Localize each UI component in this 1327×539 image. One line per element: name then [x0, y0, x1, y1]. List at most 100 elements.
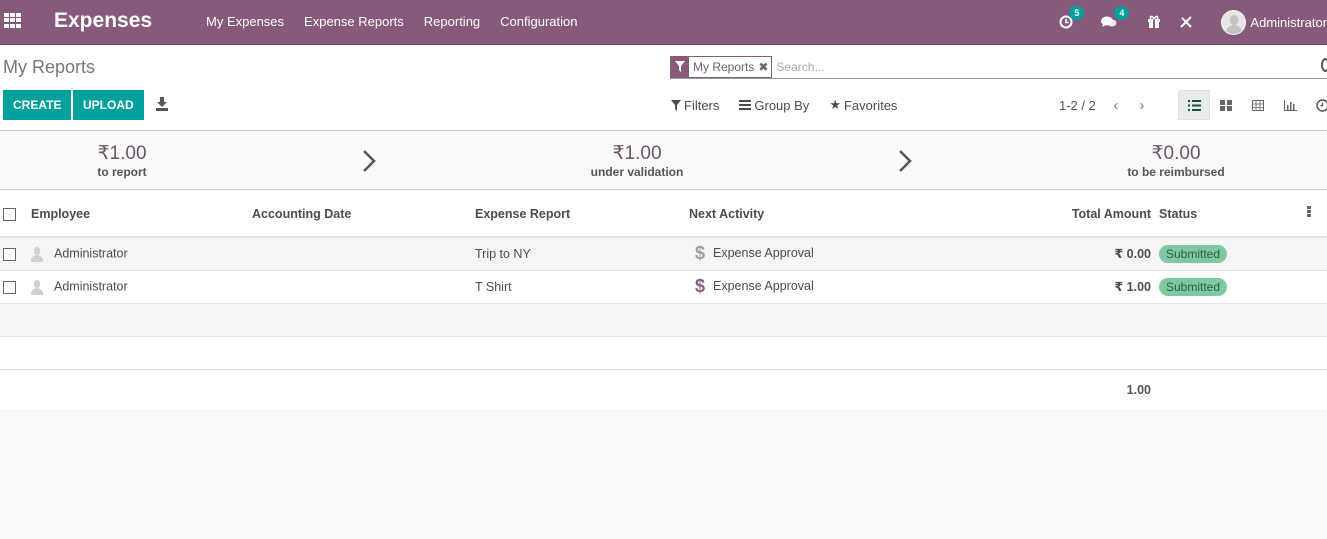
filter-icon [671, 99, 681, 111]
status-badge: Submitted [1159, 277, 1228, 296]
footer-total-amount: 1.00 [1126, 382, 1151, 397]
bar-chart-icon [1283, 99, 1297, 111]
row-checkbox[interactable] [3, 280, 16, 294]
kanban-icon [1220, 99, 1232, 111]
download-icon[interactable] [156, 97, 168, 111]
next-activity: Expense Approval [713, 278, 814, 293]
stat-label: under validation [590, 165, 684, 179]
expense-report-name: T Shirt [475, 270, 689, 304]
header-accounting-date[interactable]: Accounting Date [252, 191, 475, 238]
next-activity: Expense Approval [713, 246, 814, 261]
header-employee[interactable]: Employee [27, 191, 252, 238]
stat-label: to be reimbursed [1127, 165, 1225, 179]
list-view-button[interactable] [1178, 90, 1210, 120]
upload-button[interactable]: UPLOAD [73, 90, 144, 120]
menu-reporting[interactable]: Reporting [414, 0, 490, 44]
chevron-right-icon [363, 150, 376, 172]
group-by-label: Group By [754, 97, 810, 113]
app-menu-icon[interactable] [4, 13, 21, 28]
pivot-view-button[interactable] [1242, 90, 1274, 120]
messages-badge: 4 [1114, 6, 1130, 20]
search-options: Filters Group By ★ Favorites [671, 97, 917, 113]
header-total-amount[interactable]: Total Amount [969, 191, 1159, 238]
user-name: Administrator [1250, 14, 1327, 30]
accounting-date [252, 270, 475, 304]
main-menu: My Expenses Expense Reports Reporting Co… [196, 0, 587, 44]
graph-view-button[interactable] [1274, 90, 1306, 120]
stat-under-validation[interactable]: ₹1.00 under validation [577, 143, 697, 179]
select-all-checkbox[interactable] [3, 207, 16, 221]
top-navbar: Expenses My Expenses Expense Reports Rep… [0, 0, 1327, 45]
header-status[interactable]: Status [1159, 191, 1307, 238]
view-switcher [1178, 90, 1327, 120]
favorites-button[interactable]: ★ Favorites [829, 97, 897, 113]
filters-label: Filters [684, 97, 720, 113]
kanban-view-button[interactable] [1210, 90, 1242, 120]
employee-name: Administrator [54, 246, 128, 261]
row-checkbox[interactable] [3, 247, 16, 261]
empty-row [0, 336, 1327, 370]
table-row[interactable]: Administrator Trip to NY $ Expense Approv… [0, 237, 1327, 271]
facet-label: My Reports [689, 56, 759, 77]
debug-tools-button[interactable] [1179, 15, 1193, 29]
stat-amount: ₹1.00 [97, 143, 147, 164]
menu-configuration[interactable]: Configuration [490, 0, 587, 44]
table-icon [1252, 99, 1264, 111]
activity-badge: 5 [1069, 6, 1085, 20]
expense-dashboard: ₹1.00 to report ₹1.00 under validation ₹… [0, 131, 1327, 190]
breadcrumb: My Reports [3, 57, 96, 77]
systray: 5 4 Administrator [1059, 0, 1327, 44]
list-bars-icon [739, 100, 752, 110]
filters-button[interactable]: Filters [671, 97, 719, 113]
table-row[interactable]: Administrator T Shirt $ Expense Approval … [0, 270, 1327, 304]
table-header-row: Employee Accounting Date Expense Report … [0, 191, 1327, 238]
facet-remove-icon[interactable]: ✖ [758, 57, 771, 77]
clock-icon [1315, 98, 1327, 112]
favorites-label: Favorites [843, 97, 898, 113]
create-button[interactable]: CREATE [3, 90, 72, 120]
app-title: Expenses [54, 9, 153, 32]
pager-previous-icon[interactable]: ‹ [1110, 97, 1122, 114]
pager: 1-2 / 2 ‹ › [1059, 97, 1148, 114]
expense-reports-table: Employee Accounting Date Expense Report … [0, 191, 1327, 410]
search-icon[interactable] [1321, 58, 1327, 72]
activity-menu[interactable]: 5 [1059, 6, 1085, 29]
table-footer-row: 1.00 [0, 369, 1327, 410]
gift-icon [1148, 15, 1161, 28]
empty-row [0, 303, 1327, 337]
user-menu[interactable]: Administrator [1221, 9, 1327, 35]
stat-to-report[interactable]: ₹1.00 to report [72, 143, 172, 179]
star-icon: ★ [829, 97, 841, 112]
stat-amount: ₹0.00 [1151, 143, 1201, 164]
header-expense-report[interactable]: Expense Report [475, 191, 689, 238]
pager-next-icon[interactable]: › [1136, 97, 1148, 114]
total-amount: ₹ 0.00 [969, 237, 1159, 271]
status-badge: Submitted [1159, 244, 1228, 263]
empty-area [0, 409, 1327, 539]
stat-label: to report [97, 165, 147, 179]
stat-to-be-reimbursed[interactable]: ₹0.00 to be reimbursed [1116, 143, 1236, 179]
accounting-date [252, 237, 475, 271]
control-panel: My Reports CREATE UPLOAD My Reports ✖ Fi… [0, 45, 1327, 131]
list-icon [1187, 99, 1201, 111]
search-input[interactable] [776, 56, 1327, 77]
filter-icon [671, 56, 689, 77]
activity-view-button[interactable] [1306, 90, 1327, 120]
menu-expense-reports[interactable]: Expense Reports [294, 0, 414, 44]
employee-avatar-icon [30, 246, 44, 262]
header-next-activity[interactable]: Next Activity [689, 191, 969, 238]
expense-report-name: Trip to NY [475, 237, 689, 271]
employee-name: Administrator [54, 278, 128, 293]
filter-facet: My Reports ✖ [670, 55, 773, 78]
stat-amount: ₹1.00 [612, 143, 662, 164]
optional-columns-icon[interactable] [1307, 206, 1312, 218]
chevron-right-icon [899, 150, 912, 172]
tools-icon [1180, 16, 1193, 28]
pager-value[interactable]: 1-2 / 2 [1059, 98, 1096, 113]
menu-my-expenses[interactable]: My Expenses [196, 0, 294, 44]
group-by-button[interactable]: Group By [739, 97, 809, 113]
dollar-activity-icon[interactable]: $ [695, 243, 705, 264]
messaging-menu[interactable]: 4 [1101, 6, 1130, 29]
dollar-activity-icon[interactable]: $ [695, 276, 705, 297]
gift-button[interactable] [1147, 15, 1161, 29]
